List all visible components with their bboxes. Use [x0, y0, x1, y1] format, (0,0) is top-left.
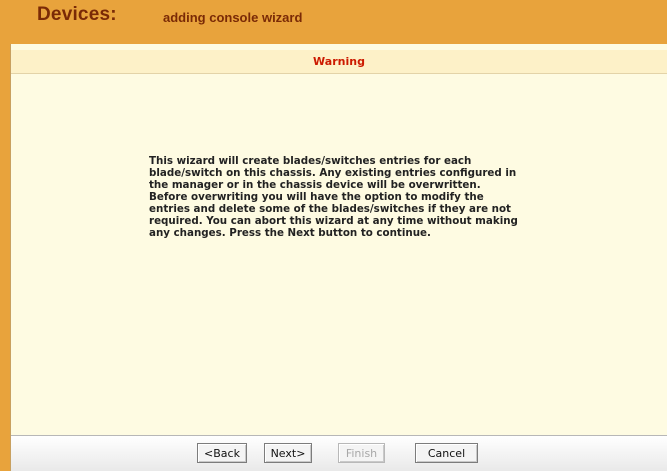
- wizard-dialog: Warning This wizard will create blades/s…: [10, 44, 667, 471]
- next-button[interactable]: Next>: [264, 443, 312, 463]
- page-subtitle: adding console wizard: [163, 10, 303, 25]
- left-rail: [0, 36, 8, 471]
- title-bar: Devices: adding console wizard: [0, 0, 667, 36]
- cancel-button[interactable]: Cancel: [415, 443, 478, 463]
- message-line: any changes. Press the Next button to co…: [149, 227, 431, 239]
- page-title: Devices:: [37, 4, 117, 25]
- warning-header: Warning: [11, 50, 667, 74]
- message-line: entries and delete some of the blades/sw…: [149, 203, 511, 215]
- message-line: This wizard will create blades/switches …: [149, 155, 472, 167]
- message-line: Before overwriting you will have the opt…: [149, 191, 484, 203]
- message-line: the manager or in the chassis device wil…: [149, 179, 481, 191]
- wizard-message: This wizard will create blades/switches …: [149, 155, 549, 239]
- message-line: blade/switch on this chassis. Any existi…: [149, 167, 517, 179]
- back-button[interactable]: <Back: [197, 443, 247, 463]
- finish-button: Finish: [338, 443, 385, 463]
- message-line: required. You can abort this wizard at a…: [149, 215, 518, 227]
- button-bar: <Back Next> Finish Cancel: [11, 435, 667, 471]
- warning-title: Warning: [313, 55, 365, 68]
